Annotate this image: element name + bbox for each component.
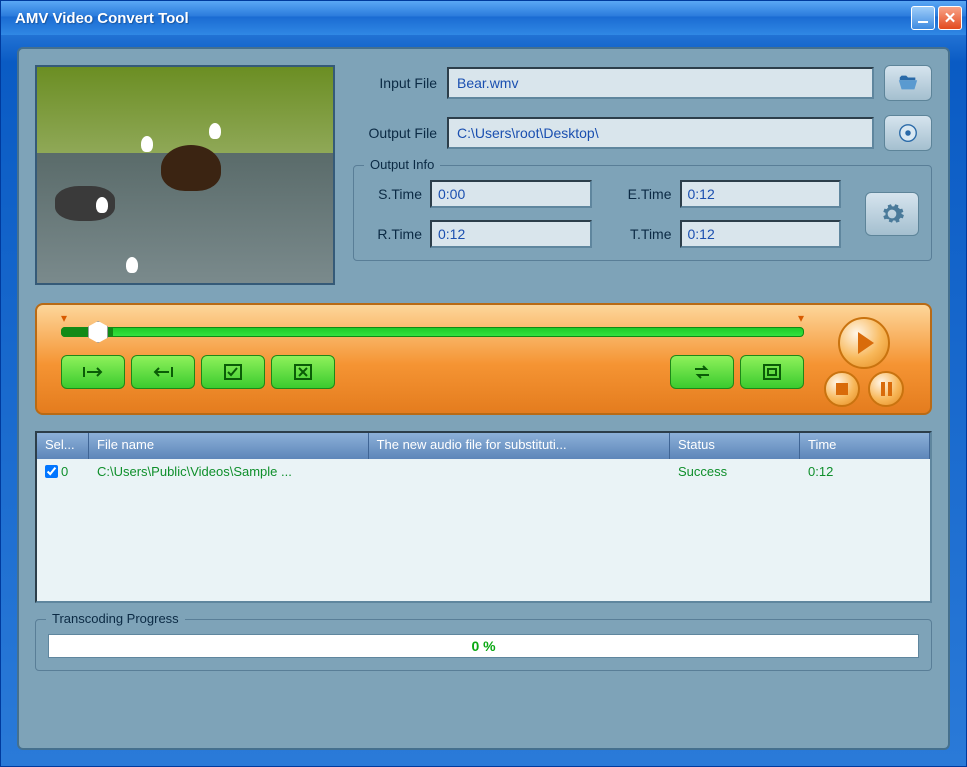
- progress-legend: Transcoding Progress: [46, 611, 185, 626]
- timeline-slider[interactable]: ▾ ▾: [61, 315, 804, 345]
- mark-in-icon: [82, 365, 104, 379]
- x-box-icon: [294, 364, 312, 380]
- app-window: AMV Video Convert Tool ✕ Input File Bear…: [0, 0, 967, 767]
- folder-open-icon: [896, 72, 920, 94]
- e-time-field[interactable]: 0:12: [680, 180, 842, 208]
- check-icon: [224, 364, 242, 380]
- browse-input-button[interactable]: [884, 65, 932, 101]
- deselect-all-button[interactable]: [271, 355, 335, 389]
- settings-button[interactable]: [865, 192, 919, 236]
- row-checkbox[interactable]: [45, 465, 58, 478]
- window-controls: ✕: [911, 6, 962, 30]
- output-info-legend: Output Info: [364, 157, 440, 172]
- progress-bar: 0 %: [48, 634, 919, 658]
- window-title: AMV Video Convert Tool: [15, 10, 189, 27]
- marker-end-icon: ▾: [798, 311, 804, 325]
- stop-button[interactable]: [824, 371, 860, 407]
- col-filename[interactable]: File name: [89, 433, 369, 459]
- col-time[interactable]: Time: [800, 433, 930, 459]
- play-button[interactable]: [838, 317, 890, 369]
- input-file-label: Input File: [353, 75, 437, 91]
- browse-output-button[interactable]: [884, 115, 932, 151]
- col-substitution[interactable]: The new audio file for substituti...: [369, 433, 670, 459]
- row-time: 0:12: [800, 461, 930, 482]
- disc-icon: [896, 122, 920, 144]
- player-panel: ▾ ▾: [35, 303, 932, 415]
- output-file-label: Output File: [353, 125, 437, 141]
- client-area: Input File Bear.wmv Output File C:\Users…: [17, 47, 950, 750]
- convert-icon: [692, 363, 712, 381]
- progress-group: Transcoding Progress 0 %: [35, 619, 932, 671]
- close-button[interactable]: ✕: [938, 6, 962, 30]
- convert-button[interactable]: [670, 355, 734, 389]
- titlebar: AMV Video Convert Tool ✕: [1, 1, 966, 35]
- input-file-field[interactable]: Bear.wmv: [447, 67, 874, 99]
- row-filename: C:\Users\Public\Videos\Sample ...: [89, 461, 369, 482]
- row-substitution: [369, 468, 670, 474]
- progress-text: 0 %: [471, 638, 495, 654]
- stop-icon: [836, 383, 848, 395]
- output-file-field[interactable]: C:\Users\root\Desktop\: [447, 117, 874, 149]
- r-time-label: R.Time: [366, 226, 422, 242]
- col-status[interactable]: Status: [670, 433, 800, 459]
- table-header: Sel... File name The new audio file for …: [37, 433, 930, 459]
- file-table: Sel... File name The new audio file for …: [35, 431, 932, 603]
- col-select[interactable]: Sel...: [37, 433, 89, 459]
- gear-icon: [879, 201, 905, 227]
- fullscreen-button[interactable]: [740, 355, 804, 389]
- play-icon: [858, 332, 874, 354]
- mark-out-button[interactable]: [131, 355, 195, 389]
- s-time-field[interactable]: 0:00: [430, 180, 592, 208]
- output-info-group: Output Info S.Time 0:00 E.Time 0:12: [353, 165, 932, 261]
- e-time-label: E.Time: [616, 186, 672, 202]
- s-time-label: S.Time: [366, 186, 422, 202]
- marker-start-icon: ▾: [61, 311, 67, 325]
- t-time-label: T.Time: [616, 226, 672, 242]
- t-time-field[interactable]: 0:12: [680, 220, 842, 248]
- r-time-field[interactable]: 0:12: [430, 220, 592, 248]
- select-all-button[interactable]: [201, 355, 265, 389]
- row-status: Success: [670, 461, 800, 482]
- video-preview: [35, 65, 335, 285]
- minimize-button[interactable]: [911, 6, 935, 30]
- screen-icon: [763, 364, 781, 380]
- pause-icon: [881, 382, 885, 396]
- table-row[interactable]: 0 C:\Users\Public\Videos\Sample ... Succ…: [37, 459, 930, 483]
- mark-in-button[interactable]: [61, 355, 125, 389]
- row-index: 0: [61, 464, 68, 479]
- mark-out-icon: [152, 365, 174, 379]
- pause-button[interactable]: [868, 371, 904, 407]
